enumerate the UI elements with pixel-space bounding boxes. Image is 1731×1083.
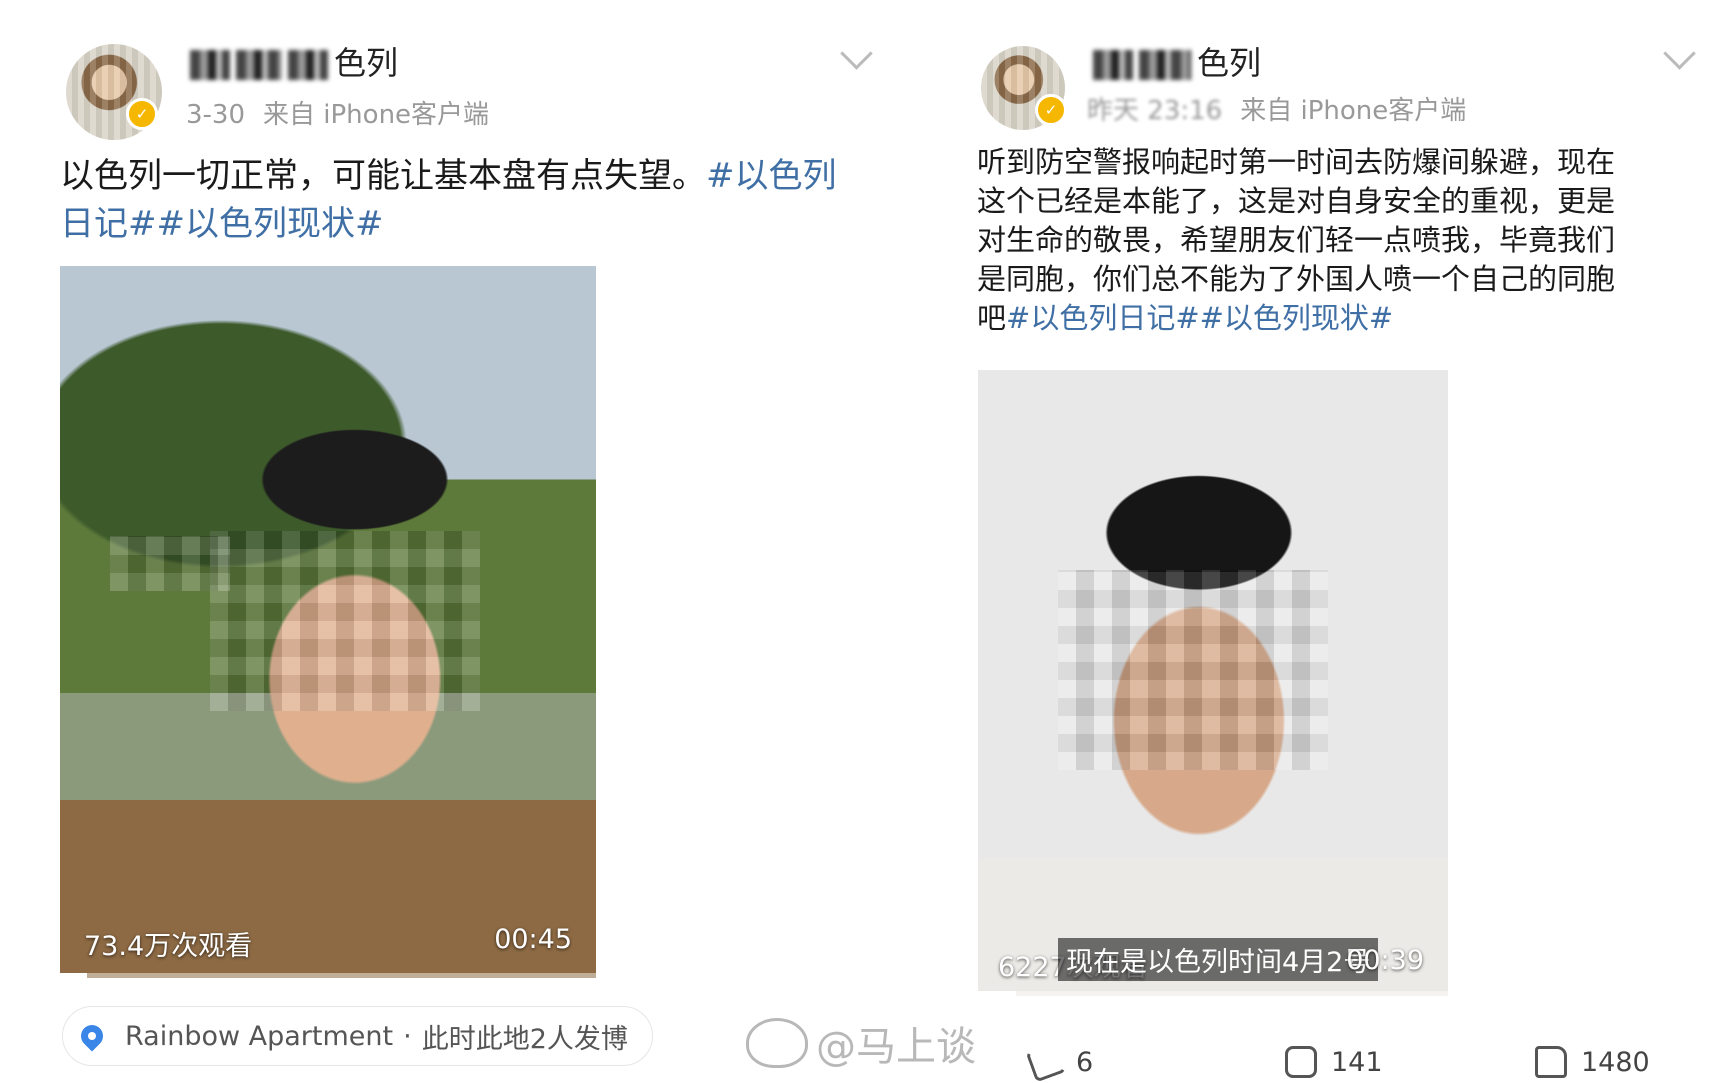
comment-count: 141 xyxy=(1331,1046,1383,1078)
post-text: 以色列一切正常，可能让基本盘有点失望。#以色列日记##以色列现状# xyxy=(60,156,837,244)
location-pin-icon xyxy=(76,1020,108,1052)
comment-button[interactable]: 141 xyxy=(1285,1046,1383,1078)
video-duration: 00:45 xyxy=(494,924,572,955)
video-player[interactable]: 6227次观看 现在是以色列时间4月2号 00:39 xyxy=(978,370,1448,996)
video-caption: 现在是以色列时间4月2号 xyxy=(1058,938,1379,981)
username[interactable]: 色列 xyxy=(1093,38,1261,84)
video-progress[interactable] xyxy=(978,991,1448,996)
post-date: 3-30 xyxy=(186,100,246,130)
video-progress[interactable] xyxy=(60,973,596,978)
face-mosaic xyxy=(1058,570,1328,770)
hashtag-link[interactable]: #以色列日记##以色列现状# xyxy=(1006,301,1393,335)
weibo-post-left: ✓ 色列 3-30 来自 iPhone客户端 以色列一切正常，可能让基本盘有点失望… xyxy=(0,0,900,1080)
location-separator: · xyxy=(403,1020,412,1052)
like-button[interactable]: 1480 xyxy=(1535,1046,1650,1078)
video-progress-fill xyxy=(60,973,87,978)
like-icon xyxy=(1535,1046,1567,1078)
post-meta: 昨天 23:16 来自 iPhone客户端 xyxy=(1087,90,1466,127)
post-source: 来自 iPhone客户端 xyxy=(263,100,490,130)
like-count: 1480 xyxy=(1581,1046,1650,1078)
comment-icon xyxy=(1285,1046,1317,1078)
share-icon xyxy=(1025,1041,1067,1083)
share-count: 6 xyxy=(1076,1046,1094,1078)
location-name: Rainbow Apartment xyxy=(125,1020,394,1052)
verified-badge-icon: ✓ xyxy=(1035,94,1067,126)
location-note: 此时此地2人发博 xyxy=(421,1023,628,1055)
share-button[interactable]: 6 xyxy=(1025,1041,1094,1083)
chevron-down-icon[interactable] xyxy=(1663,37,1696,70)
watermark: @马上谈 xyxy=(746,1014,976,1072)
video-progress-fill xyxy=(978,991,1016,996)
location-chip[interactable]: Rainbow Apartment · 此时此地2人发博 xyxy=(62,1006,653,1066)
post-text: 听到防空警报响起时第一时间去防爆间躲避，现在这个已经是本能了，这是对自身安全的重… xyxy=(977,145,1616,335)
chevron-down-icon[interactable] xyxy=(840,37,873,70)
weibo-icon xyxy=(746,1018,808,1068)
view-count: 73.4万次观看 xyxy=(84,931,253,962)
post-date: 昨天 23:16 xyxy=(1087,96,1223,126)
post-source: 来自 iPhone客户端 xyxy=(1240,96,1467,126)
username[interactable]: 色列 xyxy=(190,38,398,84)
bg-mosaic xyxy=(110,536,230,591)
video-player[interactable]: 73.4万次观看 00:45 xyxy=(60,266,596,978)
video-duration: 00:39 xyxy=(1346,945,1424,976)
action-bar: 6 141 1480 xyxy=(1025,1041,1730,1083)
face-mosaic xyxy=(210,531,480,711)
verified-badge-icon: ✓ xyxy=(126,98,158,130)
post-meta: 3-30 来自 iPhone客户端 xyxy=(186,94,489,131)
